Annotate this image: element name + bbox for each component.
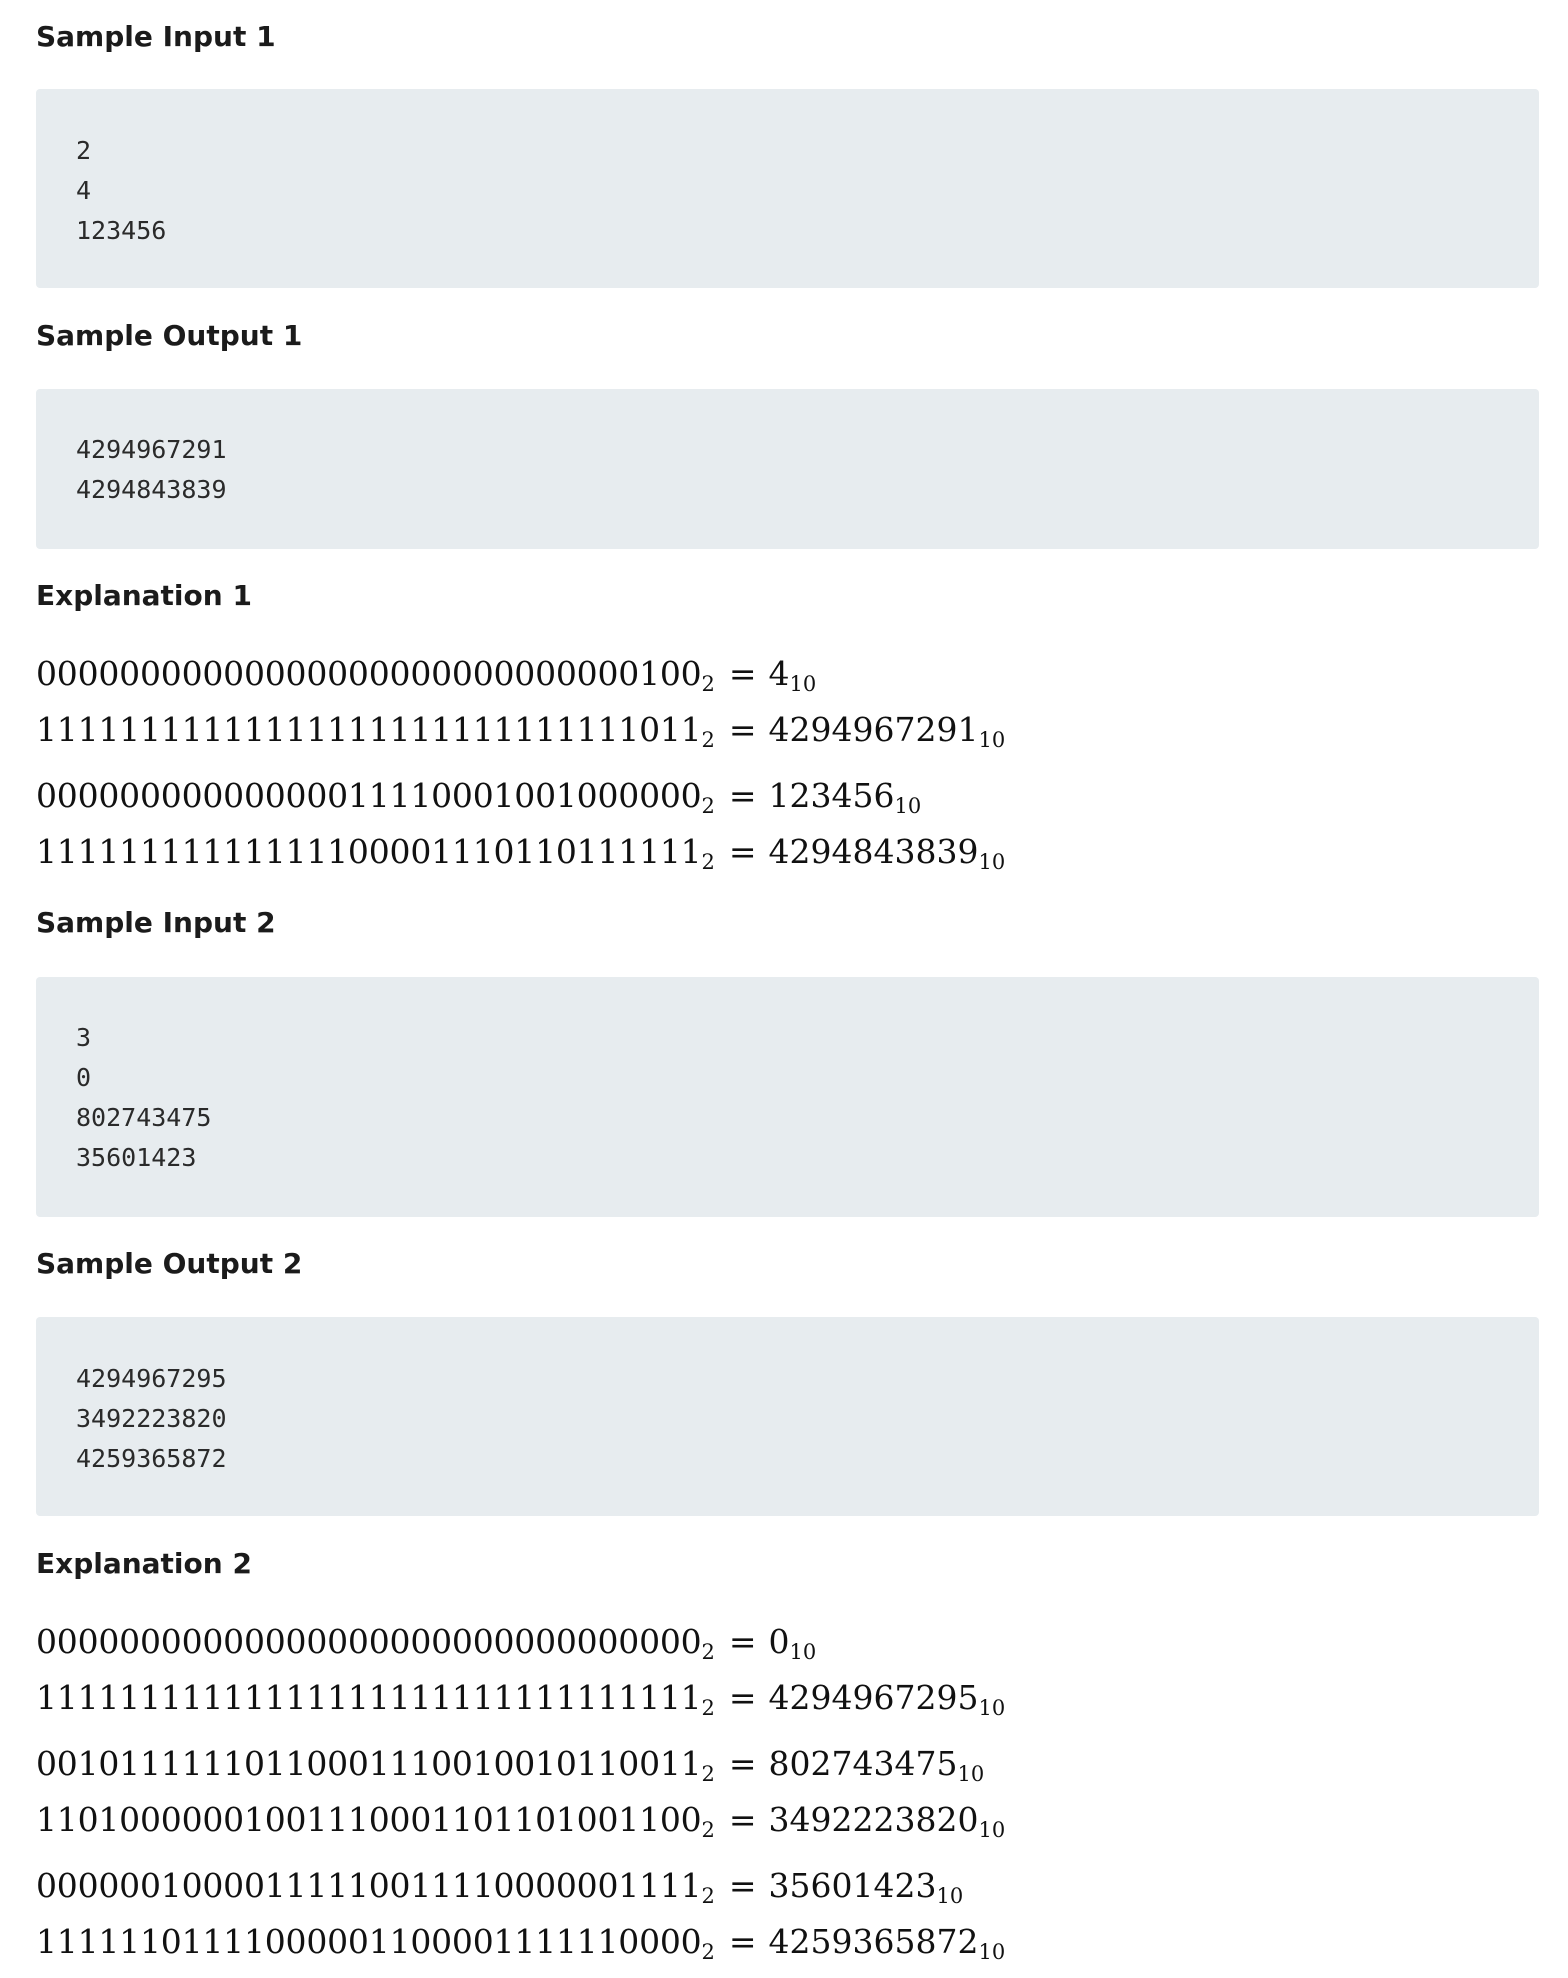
explanation-2-equation: 000000100001111100111100000011112 = 356014… [36, 1860, 963, 1912]
code-line: 0 [76, 1063, 92, 1092]
equals-sign: = [728, 1678, 757, 1717]
sample-input-2-heading: Sample Input 2 [36, 906, 276, 939]
explanation-2-equation: 001011111101100011100100101100112 = 802743… [36, 1738, 984, 1790]
code-line: 802743475 [76, 1103, 212, 1132]
code-line: 4 [76, 176, 92, 205]
decimal-value: 4294967291 [768, 710, 979, 749]
explanation-1-equation: 000000000000000111100010010000002 = 123456… [36, 770, 921, 822]
code-line: 3492223820 [76, 1404, 227, 1433]
explanation-1-equation: 111111111111111111111111111110112 = 429496… [36, 704, 1005, 756]
sample-output-2-block: 4294967295 3492223820 4259365872 [36, 1317, 1539, 1516]
base-subscript: 10 [978, 1818, 1006, 1842]
explanation-2-equation: 111111111111111111111111111111112 = 429496… [36, 1672, 1005, 1724]
decimal-value: 123456 [768, 776, 895, 815]
equals-sign: = [728, 1744, 757, 1783]
binary-value: 11111101111000001100001111110000 [36, 1922, 702, 1961]
equals-sign: = [728, 1866, 757, 1905]
decimal-value: 35601423 [768, 1866, 937, 1905]
base-subscript: 10 [789, 672, 817, 696]
equals-sign: = [728, 1800, 757, 1839]
binary-value: 00101111110110001110010010110011 [36, 1744, 702, 1783]
sample-output-1-heading: Sample Output 1 [36, 319, 303, 352]
explanation-1-equation: 111111111111111000011101101111112 = 429484… [36, 826, 1005, 878]
base-subscript: 10 [957, 1762, 985, 1786]
explanation-2-equation: 111111011110000011000011111100002 = 425936… [36, 1916, 1005, 1968]
sample-input-1-heading: Sample Input 1 [36, 20, 276, 53]
base-subscript: 10 [894, 794, 922, 818]
base-subscript: 10 [978, 850, 1006, 874]
decimal-value: 802743475 [768, 1744, 958, 1783]
base-subscript: 2 [701, 794, 715, 818]
decimal-value: 4 [768, 654, 790, 693]
binary-value: 00000000000000000000000000000000 [36, 1622, 702, 1661]
equals-sign: = [728, 1922, 757, 1961]
base-subscript: 10 [936, 1884, 964, 1908]
equals-sign: = [728, 710, 757, 749]
equals-sign: = [728, 776, 757, 815]
code-line: 2 [76, 136, 92, 165]
explanation-1-equation: 000000000000000000000000000001002 = 410 [36, 648, 816, 700]
decimal-value: 4294843839 [768, 832, 979, 871]
base-subscript: 10 [789, 1640, 817, 1664]
decimal-value: 4294967295 [768, 1678, 979, 1717]
base-subscript: 2 [701, 1640, 715, 1664]
base-subscript: 2 [701, 1762, 715, 1786]
code-line: 123456 [76, 216, 167, 245]
binary-value: 00000000000000000000000000000100 [36, 654, 702, 693]
code-line: 4294843839 [76, 475, 227, 504]
sample-output-1-block: 4294967291 4294843839 [36, 389, 1539, 549]
base-subscript: 10 [978, 1940, 1006, 1964]
explanation-1-heading: Explanation 1 [36, 579, 252, 612]
decimal-value: 3492223820 [768, 1800, 979, 1839]
sample-input-2-block: 3 0 802743475 35601423 [36, 977, 1539, 1217]
code-line: 4294967291 [76, 435, 227, 464]
base-subscript: 2 [701, 850, 715, 874]
base-subscript: 10 [978, 1696, 1006, 1720]
binary-value: 11111111111111111111111111111111 [36, 1678, 702, 1717]
decimal-value: 4259365872 [768, 1922, 979, 1961]
base-subscript: 10 [978, 728, 1006, 752]
explanation-2-equation: 110100000010011100011011010011002 = 349222… [36, 1794, 1005, 1846]
binary-value: 11111111111111111111111111111011 [36, 710, 702, 749]
binary-value: 11111111111111100001110110111111 [36, 832, 702, 871]
base-subscript: 2 [701, 1884, 715, 1908]
binary-value: 00000000000000011110001001000000 [36, 776, 702, 815]
equals-sign: = [728, 1622, 757, 1661]
decimal-value: 0 [768, 1622, 790, 1661]
base-subscript: 2 [701, 1818, 715, 1842]
explanation-2-equation: 000000000000000000000000000000002 = 010 [36, 1616, 816, 1668]
code-line: 4259365872 [76, 1444, 227, 1473]
binary-value: 11010000001001110001101101001100 [36, 1800, 702, 1839]
equals-sign: = [728, 654, 757, 693]
sample-output-2-heading: Sample Output 2 [36, 1247, 303, 1280]
base-subscript: 2 [701, 728, 715, 752]
sample-input-1-block: 2 4 123456 [36, 89, 1539, 288]
equals-sign: = [728, 832, 757, 871]
code-line: 3 [76, 1023, 92, 1052]
base-subscript: 2 [701, 1696, 715, 1720]
binary-value: 00000010000111110011110000001111 [36, 1866, 702, 1905]
code-line: 35601423 [76, 1143, 197, 1172]
explanation-2-heading: Explanation 2 [36, 1547, 252, 1580]
base-subscript: 2 [701, 1940, 715, 1964]
base-subscript: 2 [701, 672, 715, 696]
code-line: 4294967295 [76, 1364, 227, 1393]
